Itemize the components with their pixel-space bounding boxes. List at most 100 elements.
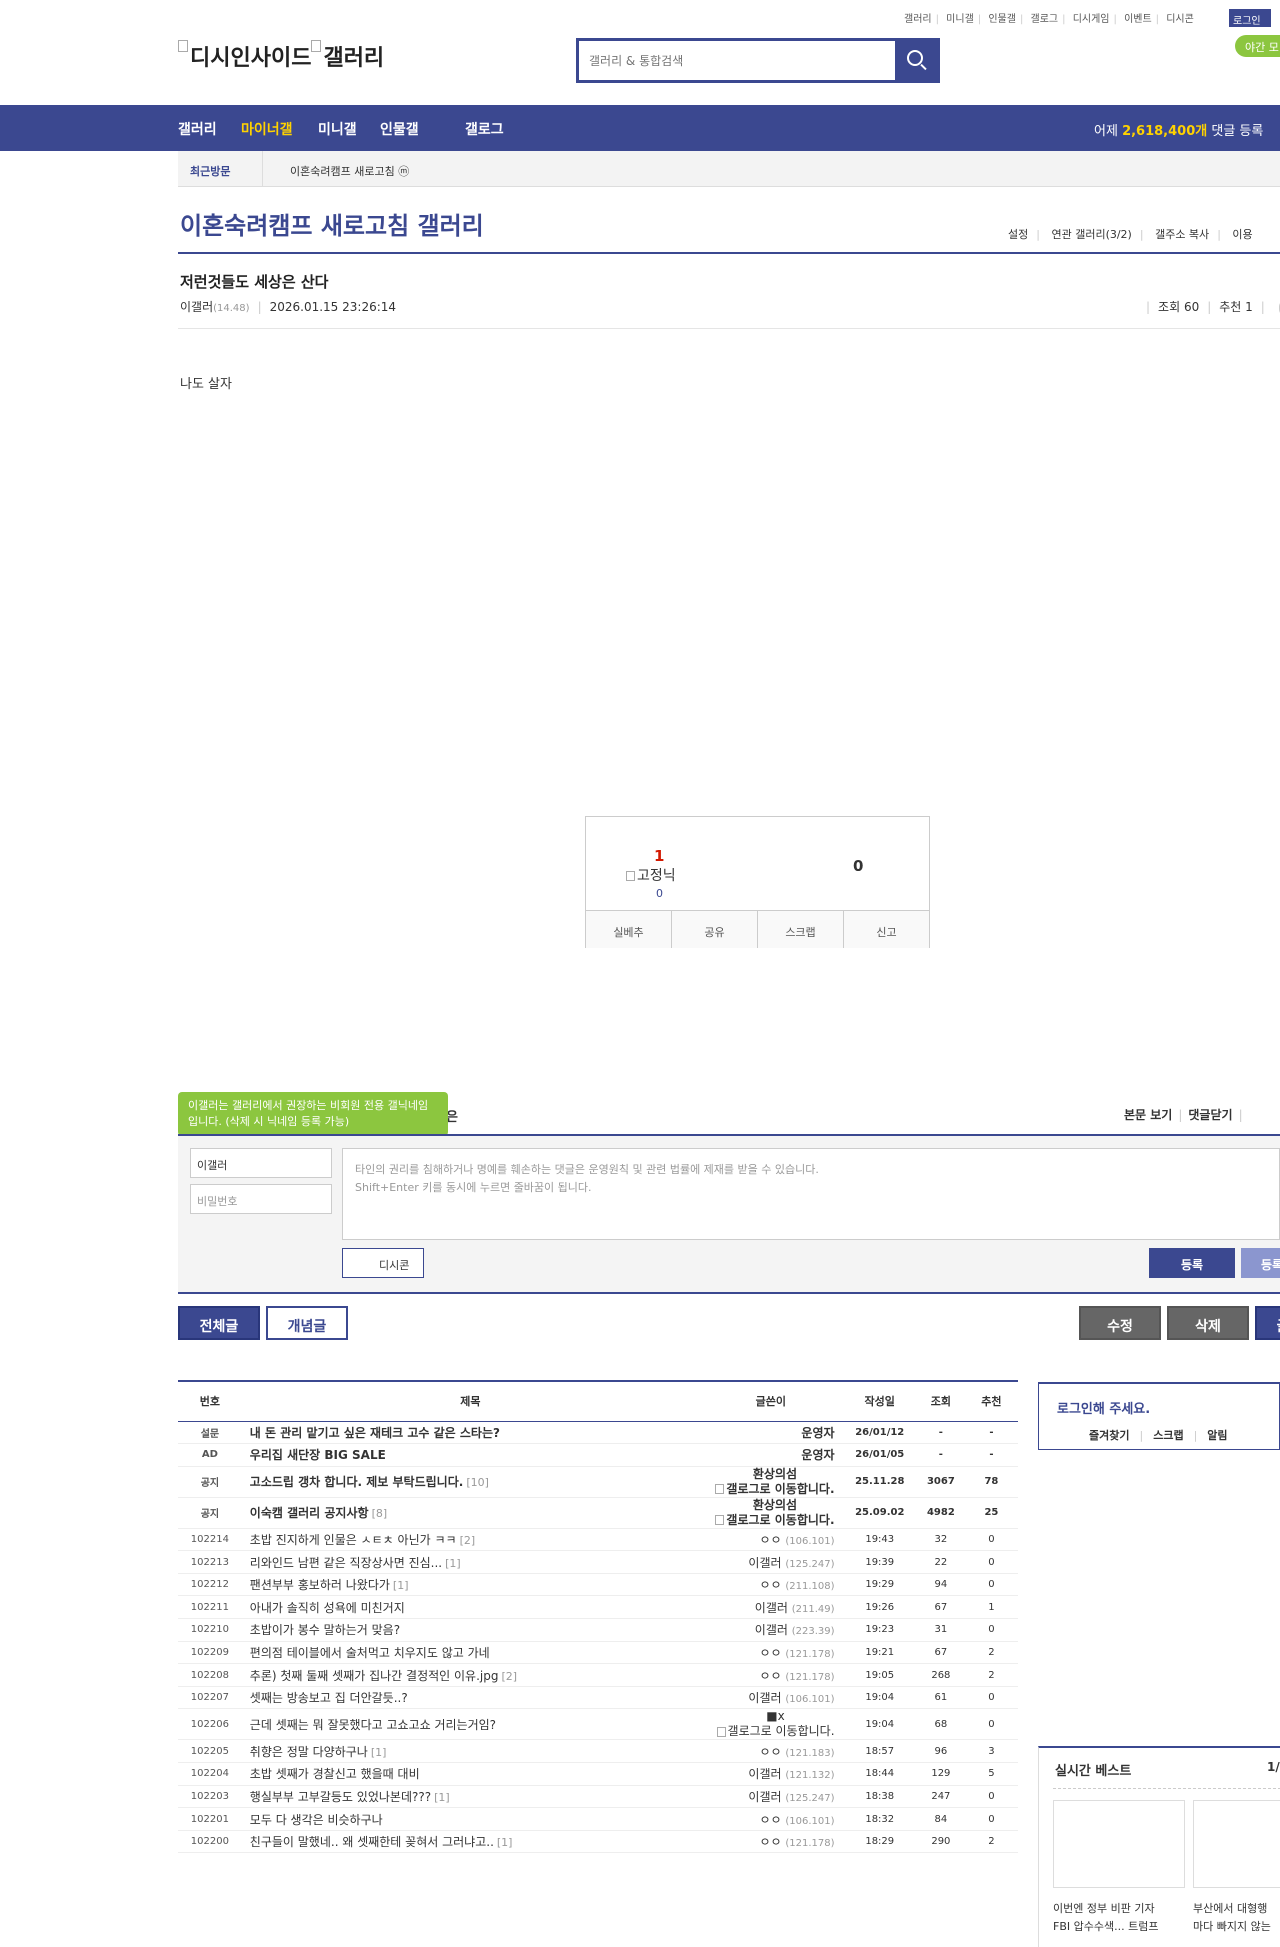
nav-minor-gallery[interactable]: 마이너갤 [241, 119, 293, 139]
row-title[interactable]: 우리집 새단장 BIG SALE [250, 1448, 386, 1462]
writer-block[interactable]: ■x 갤로그로 이동합니다. [716, 1709, 835, 1739]
usage-link[interactable]: 이용 [1232, 228, 1252, 241]
favorites-link[interactable]: 즐겨찾기 [1089, 1429, 1129, 1442]
row-title[interactable]: 팬션부부 홍보하러 나왔다가 [250, 1578, 390, 1592]
reply-count[interactable]: [2] [460, 1534, 476, 1547]
writer-name[interactable]: ㅇㅇ [759, 1813, 781, 1827]
table-row[interactable]: 102204 초밥 셋째가 경찰신고 했을때 대비 이갤러 (121.132) 18:… [178, 1762, 1018, 1786]
table-row[interactable]: 102206 근데 셋째는 뭐 잘못했다고 고쇼고쇼 거리는거임? ■x 갤로그로 이… [178, 1708, 1018, 1741]
writer-name[interactable]: 운영자 [801, 1426, 834, 1440]
top-link-dcgame[interactable]: 디시게임 [1073, 14, 1110, 25]
row-title[interactable]: 초밥 셋째가 경찰신고 했을때 대비 [250, 1767, 420, 1781]
writer-name[interactable]: 이갤러 [755, 1601, 788, 1615]
downvote-count[interactable]: 0 [853, 857, 863, 875]
writer-name[interactable]: ㅇㅇ [759, 1533, 781, 1547]
dccon-button[interactable]: 디시콘 [342, 1248, 424, 1278]
password-field[interactable]: 비밀번호 [190, 1184, 332, 1214]
night-mode-button[interactable]: 야간 모드 [1235, 35, 1280, 70]
row-title[interactable]: 내 돈 관리 맡기고 싶은 재테크 고수 같은 스타는? [250, 1426, 500, 1440]
gallog-link[interactable]: 갤로그로 이동합니다. [716, 1724, 835, 1739]
write-button[interactable]: 글쓰기 [1255, 1306, 1280, 1340]
reply-count[interactable]: [1] [434, 1791, 450, 1804]
recent-visit-label[interactable]: 최근방문 [190, 163, 230, 179]
row-title[interactable]: 셋째는 방송보고 집 더안갈듯..? [250, 1691, 408, 1705]
writer-name[interactable]: ㅇㅇ [759, 1578, 781, 1592]
table-row[interactable]: 102208 추론) 첫째 둘째 셋째가 집나간 결정적인 이유.jpg [2] ㅇㅇ… [178, 1663, 1018, 1687]
login-button[interactable]: 로그인 [1229, 9, 1271, 27]
name-field[interactable]: 이갤러 [190, 1148, 332, 1178]
scrap-button[interactable]: 스크랩 [758, 911, 844, 948]
row-title[interactable]: 근데 셋째는 뭐 잘못했다고 고쇼고쇼 거리는거임? [250, 1718, 496, 1732]
top-link-dccon[interactable]: 디시콘 [1166, 14, 1194, 25]
nav-gallery[interactable]: 갤러리 [178, 119, 217, 139]
nav-mini-gallery[interactable]: 미니갤 [318, 119, 357, 139]
row-title[interactable]: 초밥 진지하게 인물은 ㅅㅌㅊ 아닌가 ㅋㅋ [250, 1533, 457, 1547]
upvote-count[interactable]: 1 [654, 847, 664, 865]
writer-name[interactable]: 이갤러 [748, 1691, 781, 1705]
copy-address-link[interactable]: 갤주소 복사 [1155, 228, 1209, 241]
post-writer[interactable]: 이갤러 [180, 300, 213, 314]
row-title[interactable]: 편의점 테이블에서 술처먹고 치우지도 않고 가네 [250, 1646, 490, 1660]
writer-block[interactable]: 환상의섬 갤로그로 이동합니다. [715, 1498, 835, 1528]
table-row[interactable]: 102203 행실부부 고부갈등도 있었나본데??? [1] 이갤러 (125.247… [178, 1785, 1018, 1809]
table-row[interactable]: 102209 편의점 테이블에서 술처먹고 치우지도 않고 가네 ㅇㅇ (121.1… [178, 1641, 1018, 1665]
view-body-link[interactable]: 본문 보기 [1124, 1108, 1172, 1122]
table-row[interactable]: 102213 리와인드 남편 같은 직장상사면 진심... [1] 이갤러 (125.… [178, 1550, 1018, 1574]
table-row[interactable]: 공지 고소드립 갱차 합니다. 제보 부탁드립니다. [10] 환상의섬 갤로그로 이동… [178, 1466, 1018, 1498]
gallery-title[interactable]: 이혼숙려캠프 새로고침 갤러리 [180, 206, 484, 241]
report-button[interactable]: 신고 [844, 911, 929, 948]
search-button[interactable] [895, 41, 937, 80]
table-row[interactable]: 102210 초밥이가 봉수 말하는거 맞음? 이갤러 (223.39) 19:23 3… [178, 1618, 1018, 1642]
writer-name[interactable]: ㅇㅇ [759, 1835, 781, 1849]
login-message[interactable]: 로그인해 주세요. [1057, 1398, 1150, 1417]
row-title[interactable]: 친구들이 말했네.. 왜 셋째한테 꽂혀서 그러냐고.. [250, 1835, 494, 1849]
scrap-link[interactable]: 스크랩 [1153, 1429, 1183, 1442]
writer-name[interactable]: 이갤러 [748, 1767, 781, 1781]
row-title[interactable]: 추론) 첫째 둘째 셋째가 집나간 결정적인 이유.jpg [250, 1669, 499, 1683]
comment-textarea[interactable]: 타인의 권리를 침해하거나 명예를 훼손하는 댓글은 운영원칙 및 관련 법률에… [342, 1148, 1280, 1240]
tab-concept-posts[interactable]: 개념글 [266, 1306, 348, 1340]
table-row[interactable]: 102212 팬션부부 홍보하러 나왔다가 [1] ㅇㅇ (211.108) 19:29… [178, 1573, 1018, 1597]
writer-name[interactable]: 이갤러 [748, 1556, 781, 1570]
gallog-link[interactable]: 갤로그로 이동합니다. [715, 1513, 835, 1528]
best-thumbnail[interactable] [1053, 1800, 1185, 1888]
top-link-gallery[interactable]: 갤러리 [904, 14, 932, 25]
row-title[interactable]: 이숙캠 갤러리 공지사항 [250, 1506, 369, 1520]
writer-name[interactable]: ㅇㅇ [759, 1745, 781, 1759]
reply-count[interactable]: [1] [445, 1557, 461, 1570]
row-title[interactable]: 초밥이가 봉수 말하는거 맞음? [250, 1623, 400, 1637]
row-title[interactable]: 모두 다 생각은 비슷하구나 [250, 1813, 383, 1827]
table-row[interactable]: 102200 친구들이 말했네.. 왜 셋째한테 꽂혀서 그러냐고.. [1] ㅇㅇ … [178, 1830, 1018, 1854]
share-button[interactable]: 공유 [672, 911, 758, 948]
top-link-person[interactable]: 인물갤 [988, 14, 1016, 25]
edit-button[interactable]: 수정 [1079, 1306, 1161, 1340]
best-caption[interactable]: 부산에서 대형행 마다 빠지지 않는 [1193, 1900, 1280, 1936]
submit-and-button[interactable]: 등록 [1241, 1248, 1280, 1278]
close-comments-link[interactable]: 댓글닫기 [1188, 1108, 1232, 1122]
table-row[interactable]: 102214 초밥 진지하게 인물은 ㅅㅌㅊ 아닌가 ㅋㅋ [2] ㅇㅇ (106.1… [178, 1528, 1018, 1552]
writer-block[interactable]: 환상의섬 갤로그로 이동합니다. [715, 1467, 835, 1497]
submit-button[interactable]: 등록 [1149, 1248, 1235, 1278]
notification-link[interactable]: 알림 [1207, 1429, 1227, 1442]
best-caption[interactable]: 이번엔 정부 비판 기자 FBI 압수수색... 트럼프 [1053, 1900, 1187, 1936]
table-row[interactable]: 102201 모두 다 생각은 비슷하구나 ㅇㅇ (106.101) 18:32 84 0 [178, 1807, 1018, 1831]
table-row[interactable]: 102211 아내가 솔직히 성욕에 미친거지 이갤러 (211.49) 19:26 6… [178, 1595, 1018, 1620]
reply-count[interactable]: [1] [497, 1836, 513, 1849]
best-thumbnail[interactable] [1193, 1800, 1280, 1888]
search-input[interactable] [579, 41, 879, 80]
row-title[interactable]: 고소드립 갱차 합니다. 제보 부탁드립니다. [250, 1475, 464, 1489]
table-row[interactable]: 공지 이숙캠 갤러리 공지사항 [8] 환상의섬 갤로그로 이동합니다. 25.09.02… [178, 1497, 1018, 1529]
recent-visit-item[interactable]: 이혼숙려캠프 새로고침 ⓜ [290, 163, 409, 179]
table-row[interactable]: 설문 내 돈 관리 맡기고 싶은 재테크 고수 같은 스타는? 운영자 26/01/… [178, 1421, 1018, 1445]
top-link-event[interactable]: 이벤트 [1124, 14, 1152, 25]
reply-count[interactable]: [2] [501, 1670, 517, 1683]
table-row[interactable]: 102207 셋째는 방송보고 집 더안갈듯..? 이갤러 (106.101) 19:… [178, 1686, 1018, 1710]
row-title[interactable]: 취향은 정말 다양하구나 [250, 1745, 368, 1759]
top-link-mini[interactable]: 미니갤 [946, 14, 974, 25]
table-row[interactable]: AD 우리집 새단장 BIG SALE 운영자 26/01/05- - [178, 1443, 1018, 1467]
gallery-settings-link[interactable]: 설정 [1008, 228, 1028, 241]
delete-button[interactable]: 삭제 [1167, 1306, 1249, 1340]
table-row[interactable]: 102205 취향은 정말 다양하구나 [1] ㅇㅇ (121.183) 18:57 96… [178, 1739, 1018, 1764]
writer-name[interactable]: ㅇㅇ [759, 1669, 781, 1683]
tab-all-posts[interactable]: 전체글 [178, 1306, 260, 1340]
